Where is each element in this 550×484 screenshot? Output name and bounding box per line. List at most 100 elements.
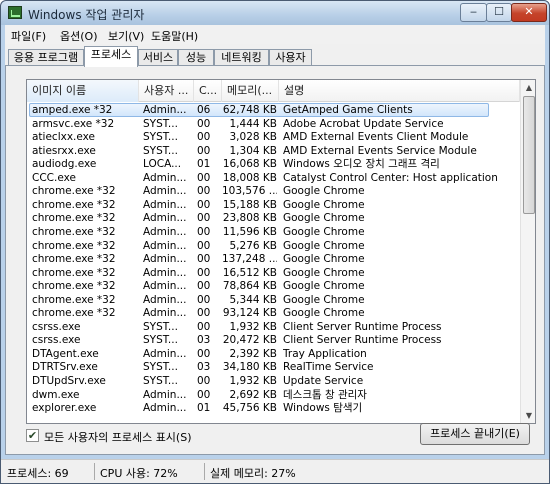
tab-applications[interactable]: 응용 프로그램 — [8, 49, 84, 66]
process-row[interactable]: chrome.exe *32 Admin... 00 23,808 KB Google … — [27, 211, 520, 225]
process-description: RealTime Service — [283, 361, 374, 374]
process-row[interactable]: armsvc.exe *32 SYST... 00 1,444 KB Adobe Acr… — [27, 117, 520, 131]
process-user: SYST... — [143, 361, 178, 374]
process-cpu: 00 — [197, 239, 211, 252]
process-row[interactable]: dwm.exe Admin... 00 2,692 KB 데스크톱 창 관리자 — [27, 388, 520, 402]
process-row[interactable]: atiesrxx.exe SYST... 00 1,304 KB AMD Externa… — [27, 144, 520, 158]
show-all-users-label[interactable]: 모든 사용자의 프로세스 표시(S) — [44, 429, 192, 445]
column-header-memory[interactable]: 메모리(... — [222, 80, 279, 102]
status-separator — [204, 463, 205, 480]
process-user: LOCA... — [143, 158, 182, 171]
process-user: SYST... — [143, 144, 178, 157]
process-memory: 1,444 KB — [229, 117, 278, 130]
title-bar[interactable]: Windows 작업 관리자 ‒ ☐ ✕ — [1, 1, 549, 25]
process-row[interactable]: chrome.exe *32 Admin... 00 93,124 KB Google … — [27, 306, 520, 320]
process-memory: 62,748 KB — [222, 104, 277, 116]
process-image-name: csrss.exe — [32, 320, 81, 333]
menu-options[interactable]: 옵션(O) — [60, 28, 97, 44]
status-cpu-usage: CPU 사용: 72% — [100, 467, 178, 480]
process-row[interactable]: audiodg.exe LOCA... 01 16,068 KB Windows 오디오… — [27, 157, 520, 171]
process-description: GetAmped Game Clients — [283, 104, 413, 116]
process-cpu: 00 — [197, 388, 211, 401]
process-user: Admin... — [143, 185, 187, 198]
process-user: Admin... — [143, 402, 187, 415]
show-all-users-checkbox[interactable]: ✔ — [26, 429, 39, 442]
tab-networking[interactable]: 네트워킹 — [214, 49, 269, 66]
tab-performance[interactable]: 성능 — [178, 49, 214, 66]
process-row[interactable]: chrome.exe *32 Admin... 00 15,188 KB Google … — [27, 198, 520, 212]
process-description: Google Chrome — [283, 198, 365, 211]
process-row[interactable]: explorer.exe Admin... 01 45,756 KB Windows 탐… — [27, 401, 520, 415]
process-cpu: 00 — [197, 266, 211, 279]
process-cpu: 00 — [197, 185, 211, 198]
process-row[interactable]: CCC.exe Admin... 00 18,008 KB Catalyst Contr… — [27, 171, 520, 185]
process-row[interactable]: DTAgent.exe Admin... 00 2,392 KB Tray Applic… — [27, 347, 520, 361]
process-description: Google Chrome — [283, 266, 365, 279]
scroll-up-arrow-icon[interactable]: ▲ — [523, 81, 535, 95]
end-process-button[interactable]: 프로세스 끝내기(E) — [420, 423, 530, 445]
scroll-down-arrow-icon[interactable]: ▼ — [523, 409, 535, 423]
close-button[interactable]: ✕ — [511, 3, 547, 22]
tab-users[interactable]: 사용자 — [269, 49, 312, 66]
process-row[interactable]: DTUpdSrv.exe SYST... 00 1,932 KB Update Serv… — [27, 374, 520, 388]
process-row[interactable]: chrome.exe *32 Admin... 00 16,512 KB Google … — [27, 266, 520, 280]
process-row[interactable]: chrome.exe *32 Admin... 00 11,596 KB Google … — [27, 225, 520, 239]
process-image-name: explorer.exe — [32, 402, 97, 415]
process-cpu: 03 — [197, 361, 211, 374]
vertical-scrollbar[interactable]: ▲ ▼ — [520, 80, 535, 423]
process-description: 데스크톱 창 관리자 — [283, 388, 367, 401]
menu-file[interactable]: 파일(F) — [11, 28, 46, 44]
process-memory: 93,124 KB — [222, 307, 277, 320]
process-row[interactable]: chrome.exe *32 Admin... 00 78,864 KB Google … — [27, 279, 520, 293]
column-header-description[interactable]: 설명 — [279, 80, 520, 102]
status-separator — [94, 463, 95, 480]
process-user: SYST... — [143, 131, 178, 144]
process-image-name: chrome.exe *32 — [32, 280, 116, 293]
maximize-button[interactable]: ☐ — [486, 3, 512, 22]
process-user: SYST... — [143, 117, 178, 130]
process-cpu: 00 — [197, 253, 211, 266]
process-memory: 3,028 KB — [229, 131, 278, 144]
minimize-button[interactable]: ‒ — [460, 3, 487, 22]
process-image-name: armsvc.exe *32 — [32, 117, 115, 130]
process-memory: 34,180 KB — [222, 361, 277, 374]
scrollbar-thumb[interactable] — [523, 96, 535, 214]
process-user: Admin... — [143, 307, 187, 320]
process-description: Adobe Acrobat Update Service — [283, 117, 444, 130]
process-row[interactable]: atieclxx.exe SYST... 00 3,028 KB AMD Externa… — [27, 130, 520, 144]
process-description: Windows 탐색기 — [283, 402, 363, 415]
process-row[interactable]: chrome.exe *32 Admin... 00 5,276 KB Google C… — [27, 239, 520, 253]
process-user: SYST... — [143, 375, 178, 387]
menu-view[interactable]: 보기(V) — [108, 28, 144, 44]
process-memory: 15,188 KB — [222, 198, 277, 211]
process-image-name: chrome.exe *32 — [32, 239, 116, 252]
process-memory: 20,472 KB — [222, 334, 277, 347]
process-row[interactable]: amped.exe *32 Admin... 06 62,748 KB GetAmped… — [27, 103, 520, 117]
column-header-user[interactable]: 사용자 ... — [139, 80, 194, 102]
tab-services[interactable]: 서비스 — [138, 49, 178, 66]
process-description: Google Chrome — [283, 280, 365, 293]
process-row[interactable]: chrome.exe *32 Admin... 00 5,344 KB Google C… — [27, 293, 520, 307]
process-user: Admin... — [143, 388, 187, 401]
process-image-name: audiodg.exe — [32, 158, 97, 171]
process-cpu: 00 — [197, 212, 211, 225]
tab-processes[interactable]: 프로세스 — [84, 46, 138, 67]
process-row[interactable]: chrome.exe *32 Admin... 00 137,248 ... Googl… — [27, 252, 520, 266]
process-memory: 5,276 KB — [229, 239, 278, 252]
process-row[interactable]: csrss.exe SYST... 00 1,932 KB Client Server … — [27, 320, 520, 334]
process-cpu: 01 — [197, 402, 211, 415]
process-memory: 1,304 KB — [229, 144, 278, 157]
process-description: Client Server Runtime Process — [283, 334, 442, 347]
process-memory: 78,864 KB — [222, 280, 277, 293]
column-header-cpu[interactable]: C... — [194, 80, 222, 102]
process-row[interactable]: chrome.exe *32 Admin... 00 103,576 ... Googl… — [27, 184, 520, 198]
process-list[interactable]: 이미지 이름 사용자 ... C... 메모리(... 설명 amped.exe… — [26, 79, 536, 424]
menu-help[interactable]: 도움말(H) — [151, 28, 198, 44]
process-cpu: 00 — [197, 347, 211, 360]
process-row[interactable]: DTRTSrv.exe SYST... 03 34,180 KB RealTime Se… — [27, 360, 520, 374]
column-header-image-name[interactable]: 이미지 이름 — [27, 80, 139, 102]
process-image-name: atieclxx.exe — [32, 131, 96, 144]
process-row[interactable]: csrss.exe SYST... 03 20,472 KB Client Server… — [27, 333, 520, 347]
process-cpu: 00 — [197, 280, 211, 293]
process-description: Google Chrome — [283, 253, 365, 266]
